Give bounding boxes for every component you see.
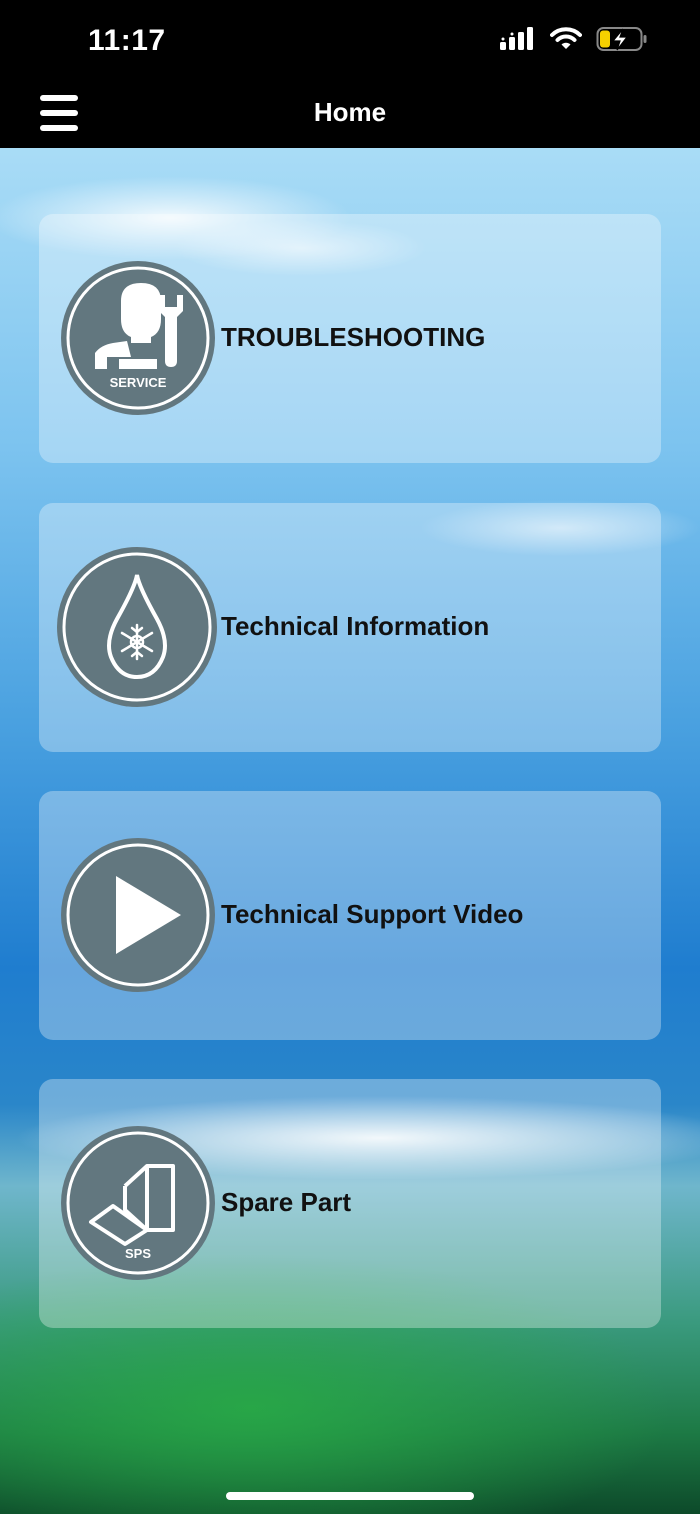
technical-information-card[interactable]: Technical Information [39, 503, 661, 752]
snowflake-drop-icon [57, 547, 217, 707]
cellular-signal-icon [500, 27, 533, 50]
page-title: Home [313, 97, 387, 127]
status-bar: 11:17 [0, 0, 700, 86]
wifi-icon [550, 27, 582, 49]
troubleshooting-card[interactable]: SERVICE TROUBLESHOOTING [39, 214, 661, 463]
spare-part-icon: SPS [61, 1126, 215, 1280]
play-icon [61, 838, 215, 992]
technical-support-video-label: Technical Support Video [221, 899, 524, 929]
troubleshooting-label: TROUBLESHOOTING [221, 322, 486, 352]
svg-text:SERVICE: SERVICE [110, 375, 167, 390]
technical-information-label: Technical Information [221, 611, 490, 641]
home-content: SERVICE TROUBLESHOOTING Technical Inform… [0, 148, 700, 1514]
svg-text:SPS: SPS [125, 1246, 151, 1261]
battery-charging-icon [596, 27, 647, 51]
technical-support-video-card[interactable]: Technical Support Video [39, 791, 661, 1040]
spare-part-label: Spare Part [221, 1187, 352, 1217]
status-time: 11:17 [88, 24, 166, 57]
spare-part-card[interactable]: SPS Spare Part [39, 1079, 661, 1328]
home-indicator[interactable] [226, 1492, 474, 1500]
status-icons [500, 26, 648, 52]
nav-bar: Home [0, 86, 700, 148]
service-technician-icon: SERVICE [61, 261, 215, 415]
